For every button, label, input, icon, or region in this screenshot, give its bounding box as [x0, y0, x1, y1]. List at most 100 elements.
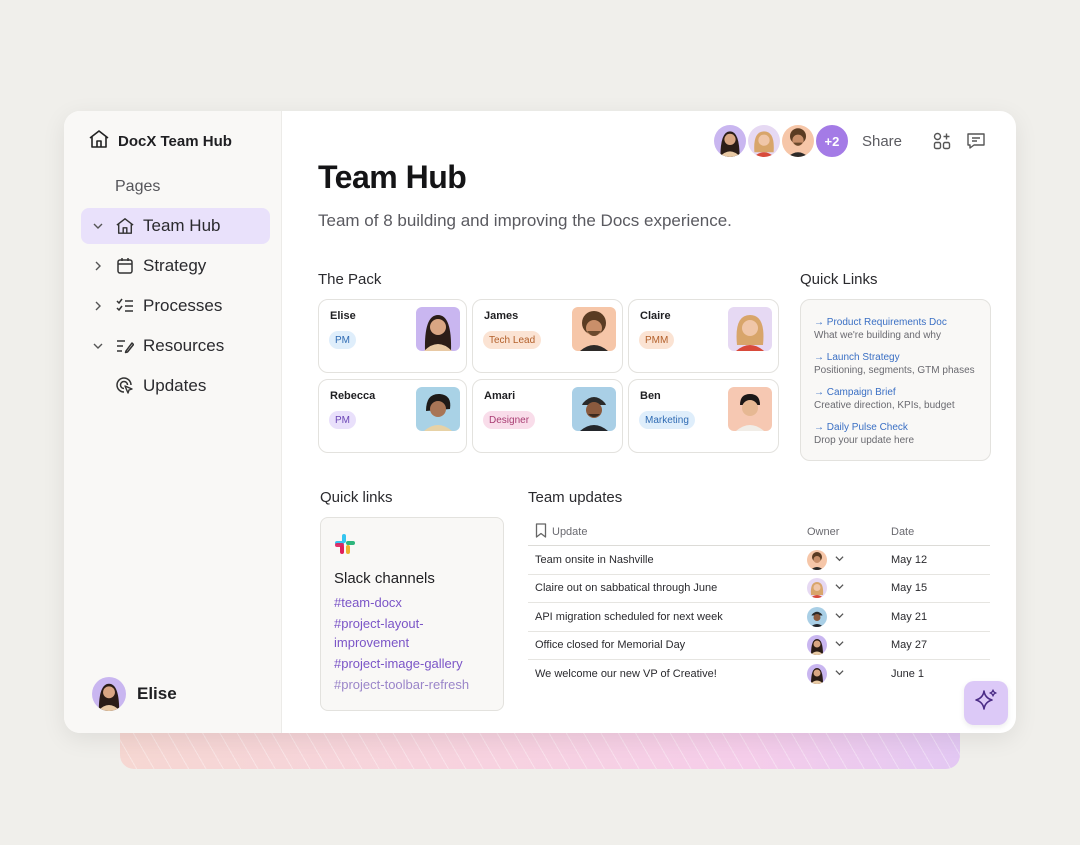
- member-card[interactable]: Claire PMM: [628, 299, 779, 373]
- chevron-down-icon[interactable]: [91, 219, 105, 233]
- team-members-grid: Elise PM James Tech Lead Claire PMM Rebe…: [318, 299, 780, 453]
- update-text: API migration scheduled for next week: [535, 610, 723, 623]
- more-collaborators-badge[interactable]: +2: [813, 123, 850, 159]
- chevron-down-icon[interactable]: [835, 639, 844, 651]
- table-header: Update Owner Date: [528, 518, 990, 546]
- sidebar-item-resources[interactable]: Resources: [81, 328, 270, 364]
- update-text: Claire out on sabbatical through June: [535, 582, 718, 595]
- table-row[interactable]: We welcome our new VP of Creative! June …: [528, 660, 990, 689]
- quick-link[interactable]: → Launch Strategy: [814, 351, 990, 364]
- table-row[interactable]: Claire out on sabbatical through June Ma…: [528, 575, 990, 603]
- chevron-right-icon[interactable]: [91, 259, 105, 273]
- home-icon: [115, 216, 135, 236]
- brand[interactable]: DocX Team Hub: [88, 129, 232, 154]
- sidebar: DocX Team Hub Pages Team Hub Strategy Pr…: [64, 111, 282, 733]
- quick-link-item[interactable]: → Campaign Brief Creative direction, KPI…: [814, 386, 990, 412]
- user-name: Elise: [137, 684, 177, 703]
- top-toolbar: +2 Share: [711, 123, 986, 159]
- member-photo: [728, 387, 772, 431]
- quick-link-description: Creative direction, KPIs, budget: [814, 400, 955, 411]
- sidebar-item-processes[interactable]: Processes: [81, 288, 270, 324]
- slack-channel-link[interactable]: #team-docx: [334, 593, 503, 612]
- quick-link-item[interactable]: → Launch Strategy Positioning, segments,…: [814, 351, 990, 377]
- member-card[interactable]: Ben Marketing: [628, 379, 779, 453]
- table-row[interactable]: Office closed for Memorial Day May 27: [528, 632, 990, 660]
- slack-channels-title: Slack channels: [334, 570, 435, 587]
- avatar[interactable]: [779, 123, 816, 159]
- role-badge: PMM: [639, 331, 675, 349]
- column-header-owner[interactable]: Owner: [807, 526, 839, 538]
- checklist-icon: [115, 296, 135, 316]
- owner-avatar[interactable]: [807, 664, 827, 685]
- chevron-down-icon[interactable]: [835, 554, 844, 566]
- owner-avatar[interactable]: [807, 635, 827, 656]
- avatar[interactable]: [745, 123, 782, 159]
- role-badge: PM: [329, 331, 356, 349]
- member-name: Rebecca: [330, 390, 376, 402]
- slack-icon: [334, 534, 356, 559]
- chevron-down-icon[interactable]: [91, 339, 105, 353]
- member-photo: [728, 307, 772, 351]
- member-card[interactable]: Rebecca PM: [318, 379, 467, 453]
- chevron-down-icon[interactable]: [835, 582, 844, 594]
- app-window: DocX Team Hub Pages Team Hub Strategy Pr…: [64, 111, 1016, 733]
- page-title: Team Hub: [318, 159, 467, 195]
- column-header-date[interactable]: Date: [891, 526, 914, 538]
- update-date: June 1: [891, 668, 925, 681]
- slack-channel-link[interactable]: #project-image-gallery: [334, 654, 503, 673]
- member-photo: [572, 387, 616, 431]
- comment-icon[interactable]: [966, 131, 986, 151]
- home-icon: [88, 129, 110, 154]
- slack-channel-link[interactable]: #project-toolbar-refresh: [334, 675, 503, 694]
- member-name: Ben: [640, 390, 661, 402]
- owner-avatar[interactable]: [807, 578, 827, 599]
- member-name: James: [484, 310, 519, 322]
- sidebar-item-team-hub[interactable]: Team Hub: [81, 208, 270, 244]
- avatar[interactable]: [711, 123, 748, 159]
- slack-channels-card: Slack channels #team-docx #project-layou…: [320, 517, 504, 711]
- table-row[interactable]: API migration scheduled for next week Ma…: [528, 603, 990, 632]
- member-name: Amari: [484, 390, 516, 402]
- current-user[interactable]: Elise: [92, 677, 177, 711]
- member-card[interactable]: Elise PM: [318, 299, 467, 373]
- page-subtitle: Team of 8 building and improving the Doc…: [318, 211, 732, 230]
- quick-links-panel: → Product Requirements Doc What we're bu…: [800, 299, 991, 461]
- role-badge: Designer: [483, 411, 536, 429]
- bookmark-icon: [535, 522, 547, 541]
- quick-link-item[interactable]: → Daily Pulse Check Drop your update her…: [814, 421, 990, 447]
- role-badge: Tech Lead: [483, 331, 542, 349]
- calendar-icon: [115, 256, 135, 276]
- update-date: May 21: [891, 610, 928, 623]
- member-photo: [416, 307, 460, 351]
- chevron-down-icon[interactable]: [835, 611, 844, 623]
- member-photo: [416, 387, 460, 431]
- quick-link[interactable]: → Product Requirements Doc: [814, 316, 990, 329]
- ai-assistant-button[interactable]: [964, 681, 1008, 725]
- quick-link[interactable]: → Campaign Brief: [814, 386, 990, 399]
- quick-link[interactable]: → Daily Pulse Check: [814, 421, 990, 434]
- sidebar-item-strategy[interactable]: Strategy: [81, 248, 270, 284]
- quick-link-description: What we're building and why: [814, 330, 941, 341]
- edit-list-icon: [115, 336, 135, 356]
- update-date: May 15: [891, 582, 928, 595]
- pages-section-label: Pages: [115, 178, 161, 195]
- sidebar-item-updates[interactable]: Updates: [81, 368, 270, 404]
- member-card[interactable]: James Tech Lead: [472, 299, 623, 373]
- share-button[interactable]: Share: [862, 133, 902, 150]
- owner-avatar[interactable]: [807, 606, 827, 627]
- chevron-down-icon[interactable]: [835, 668, 844, 680]
- apps-icon[interactable]: [932, 131, 952, 151]
- avatar: [92, 677, 126, 711]
- column-header-update[interactable]: Update: [552, 526, 587, 538]
- member-name: Claire: [640, 310, 671, 322]
- owner-avatar[interactable]: [807, 549, 827, 570]
- chevron-right-icon[interactable]: [91, 299, 105, 313]
- update-text: Office closed for Memorial Day: [535, 639, 686, 652]
- sidebar-item-label: Strategy: [143, 256, 207, 275]
- table-row[interactable]: Team onsite in Nashville May 12: [528, 546, 990, 575]
- role-badge: Marketing: [639, 411, 695, 429]
- slack-channel-link[interactable]: #project-layout-improvement: [334, 614, 454, 652]
- collaborator-avatars[interactable]: +2: [711, 123, 850, 159]
- quick-link-item[interactable]: → Product Requirements Doc What we're bu…: [814, 316, 990, 342]
- member-card[interactable]: Amari Designer: [472, 379, 623, 453]
